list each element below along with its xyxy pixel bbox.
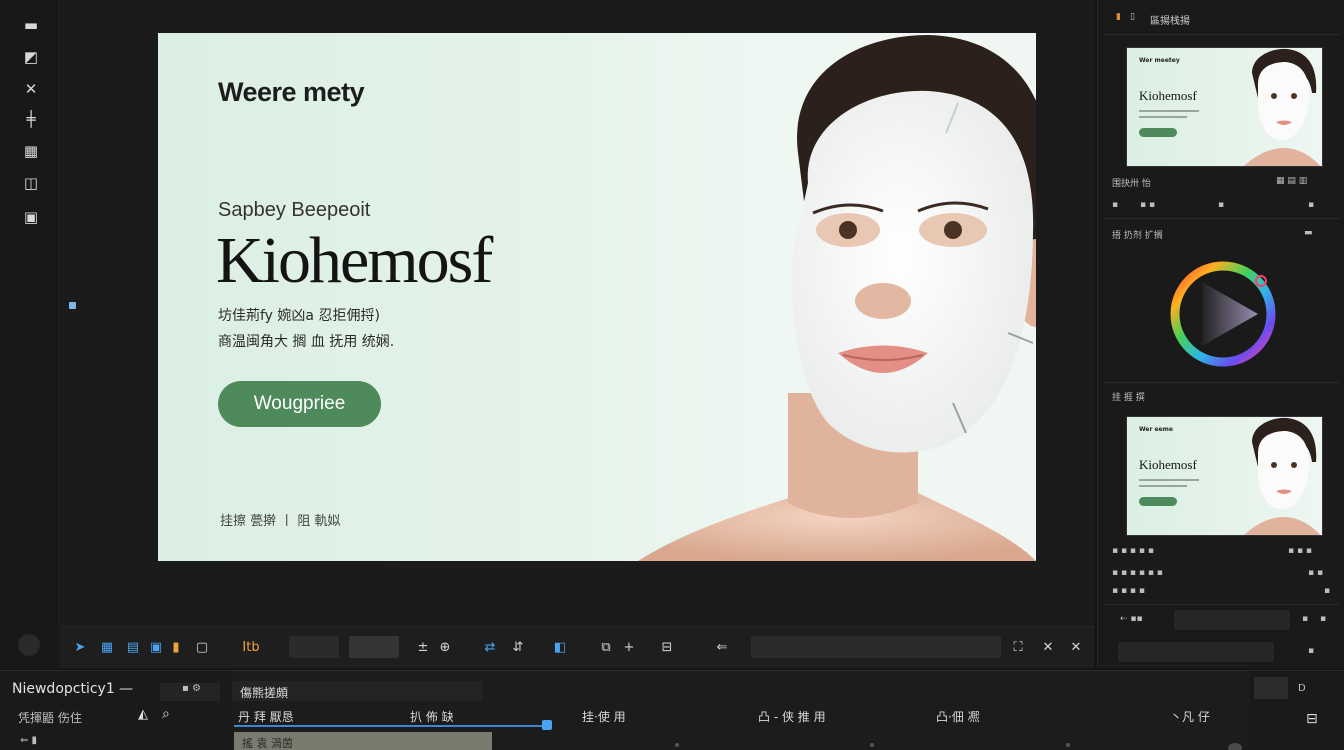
ad-description-line[interactable]: 坊佳荊fy 婉凶a 忍拒佣捋) [218, 305, 380, 325]
column-header[interactable]: 凸·佃 凞 [936, 708, 980, 725]
text-field[interactable] [751, 636, 1001, 658]
link-icon[interactable]: ◧ [551, 637, 569, 657]
thumb-portrait [1244, 48, 1321, 166]
section-menu-icon[interactable]: ▬ [1304, 228, 1313, 238]
plus-icon[interactable]: + [621, 637, 637, 657]
option-icon[interactable]: ▪ ▪ [1140, 200, 1155, 210]
resize-handle[interactable] [69, 302, 76, 309]
column-header[interactable]: 凸 - 侠 推 用 [758, 708, 826, 725]
thumb-eyebrow: Wer eeme [1139, 426, 1173, 433]
preview-thumbnail[interactable]: Wer meetey Kiohemosf [1126, 47, 1323, 167]
distribute-icon[interactable]: ⇵ [509, 637, 527, 657]
ad-cta-button[interactable]: Wougpriee [218, 381, 381, 427]
panel-input[interactable] [1118, 642, 1274, 662]
panel-marker-icon: ▮ [1116, 12, 1121, 22]
option-icon[interactable]: ▪ ▪ ▪ ▪ ▪ ▪ [1112, 568, 1163, 578]
bottom-left-panel: Niewdopcticy1 — ▪ ⚙ 凭揮鼯 伤住 ◭ ⌕ ⇐ ▮ [0, 670, 230, 750]
frame-tool-icon[interactable]: ◫ [18, 172, 44, 194]
timeline-title: 傷熊搓頗 [232, 681, 482, 701]
column-header[interactable]: 丶凡 仔 [1170, 708, 1210, 725]
hand-tool-icon[interactable]: ▬ [18, 14, 44, 36]
marker-icon[interactable]: ▮ [171, 637, 181, 657]
crop-tool-icon[interactable]: ╪ [18, 108, 44, 130]
panel-tab[interactable] [1254, 677, 1288, 699]
option-icon[interactable]: ▪ [1112, 200, 1118, 210]
layout-icon[interactable]: ▤ [123, 637, 143, 657]
input-field[interactable] [349, 636, 399, 658]
thumb-eyebrow: Wer meetey [1139, 57, 1180, 64]
panel-header: 區揚栈揚 [1150, 16, 1190, 27]
panel-option-icon[interactable]: D [1298, 683, 1306, 694]
ad-eyebrow[interactable]: Weere mety [218, 77, 365, 108]
panel-title: Niewdopcticy1 — [12, 681, 134, 697]
layers-tool-icon[interactable]: ▣ [18, 206, 44, 228]
canvas-area[interactable]: Weere mety Sapbey Beepeoit Kiohemosf 坊佳荊… [61, 0, 1094, 626]
ad-description-line[interactable]: 商温闽角大 搁 血 抚用 统娴. [218, 331, 394, 351]
artboard[interactable]: Weere mety Sapbey Beepeoit Kiohemosf 坊佳荊… [158, 33, 1036, 561]
column-header[interactable]: 扒 佈 缺 [410, 708, 454, 725]
layout-icon[interactable]: ⊟ [1306, 711, 1318, 727]
option-icon[interactable]: ▪ ▪ [1308, 568, 1323, 578]
right-panel: ▮ 區揚栈揚 ▯ Wer meetey Kiohemosf 围抉卅 怡 ▦ ▤ … [1097, 0, 1344, 668]
align-icon[interactable]: ⇄ [481, 637, 499, 657]
monitor-icon[interactable]: ⊟ [657, 637, 677, 657]
canvas-toolbar: ➤ ▦ ▤ ▣ ▮ ▢ Itb ± ⊕ ⇄ ⇵ ◧ ⧉ + ⊟ ⇐ ⛶ ✕ ✕ [61, 626, 1094, 668]
preview-thumbnail[interactable]: Wer eeme Kiohemosf [1126, 416, 1323, 536]
thumb-title: Kiohemosf [1139, 457, 1197, 472]
panel-lock-icon[interactable]: ▯ [1130, 12, 1135, 22]
arrow-icon[interactable]: ⇐ [713, 637, 731, 657]
pointer-icon[interactable]: ➤ [71, 637, 89, 657]
minus-icon[interactable]: ± [415, 637, 431, 657]
search-icon[interactable]: ⌕ [162, 706, 170, 722]
color-wheel[interactable] [1168, 258, 1278, 370]
grid-tool-icon[interactable]: ▦ [18, 140, 44, 162]
panel-controls[interactable]: ▪ ⚙ [160, 683, 220, 701]
expand-icon[interactable]: ⛶ [1009, 637, 1027, 657]
option-icon[interactable]: ▪ ▪ ▪ ▪ ▪ [1112, 546, 1154, 556]
minus-icon[interactable]: ⊕ [437, 637, 453, 657]
grid-icon[interactable]: ▦ [97, 637, 117, 657]
column-header[interactable]: 挂·使 用 [582, 708, 626, 725]
ad-subtitle[interactable]: Sapbey Beepeoit [218, 199, 370, 222]
close-icon[interactable]: ✕ [1039, 637, 1057, 657]
layer-icon[interactable]: ⇐ ▮ [20, 735, 37, 746]
playhead-handle[interactable] [542, 720, 552, 730]
option-icon[interactable]: ▪ [1308, 200, 1314, 210]
align-icon[interactable]: ▦ ▤ ▥ [1276, 176, 1307, 186]
window-icon[interactable]: ▢ [191, 637, 213, 657]
thumb-title: Kiohemosf [1139, 88, 1197, 103]
option-icon[interactable]: ▪ [1320, 614, 1326, 624]
option-icon[interactable]: ▪ [1308, 646, 1314, 656]
option-icon[interactable]: ▪ [1218, 200, 1224, 210]
portrait-image [638, 35, 1036, 561]
bottom-right-panel: D ⊟ [1250, 670, 1344, 750]
input-field[interactable] [289, 636, 339, 658]
frame-icon[interactable]: ▣ [147, 637, 165, 657]
panel-row-label: 围抉卅 怡 [1112, 179, 1151, 189]
tool-rail: ▬ ◩ ✕ ╪ ▦ ◫ ▣ [0, 0, 60, 668]
ad-footer-text[interactable]: 挂擦 甍擀 丨 阻 軌姒 [220, 510, 341, 529]
ad-title[interactable]: Kiohemosf [216, 223, 493, 299]
panel-section-title: 挂 捱 撰 [1112, 393, 1145, 403]
thumb-portrait [1244, 417, 1321, 535]
option-icon[interactable]: ▪ [1324, 586, 1330, 596]
option-icon[interactable]: ▪ ▪ ▪ ▪ [1112, 586, 1145, 596]
option-icon[interactable]: ▪ ▪ ▪ [1288, 546, 1312, 556]
timeline-panel: 傷熊搓頗 丹 拜 厭恳 扒 佈 缺 挂·使 用 凸 - 侠 推 用 凸·佃 凞 … [230, 670, 1250, 750]
panel-input[interactable] [1174, 610, 1290, 630]
zoom-label[interactable]: Itb [237, 637, 265, 657]
panel-section-title: 捂 扔剂 扩搁 [1112, 231, 1163, 241]
panel-subtitle: 凭揮鼯 伤住 [18, 711, 82, 725]
select-tool-icon[interactable]: ◩ [18, 46, 44, 68]
column-header[interactable]: 丹 拜 厭恳 [238, 708, 294, 725]
option-icon[interactable]: ▪ [1302, 614, 1308, 624]
close-icon[interactable]: ✕ [1067, 637, 1085, 657]
arrow-icon[interactable]: ⇠ ▪▪ [1120, 614, 1143, 624]
timeline-track[interactable] [234, 725, 548, 727]
settings-icon[interactable] [18, 634, 40, 656]
fill-icon[interactable]: ◭ [138, 707, 148, 722]
timeline-clip[interactable]: 搖 袁 渦茵 [234, 732, 492, 750]
copy-icon[interactable]: ⧉ [597, 637, 615, 657]
pen-tool-icon[interactable]: ✕ [18, 78, 44, 100]
